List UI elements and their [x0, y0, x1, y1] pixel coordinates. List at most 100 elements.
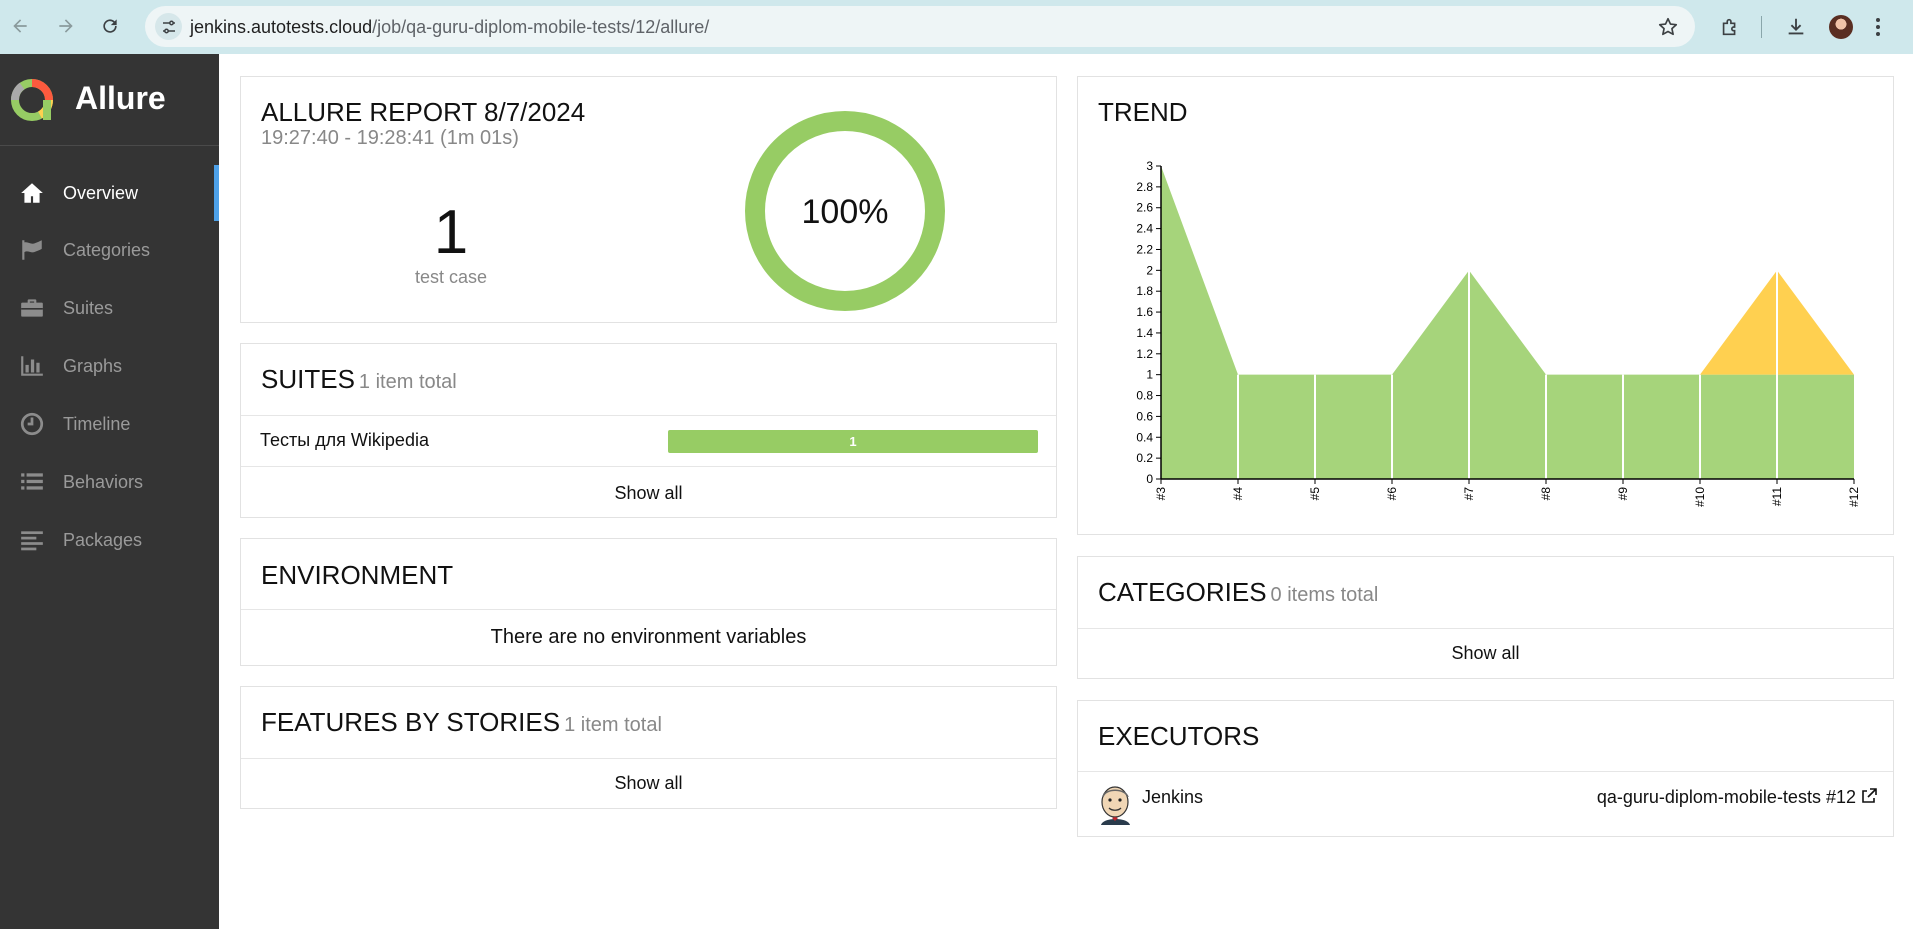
features-by-stories-widget: FEATURES BY STORIES 1 item total Show all	[240, 686, 1057, 809]
environment-widget: ENVIRONMENT There are no environment var…	[240, 538, 1057, 666]
url-path: /job/qa-guru-diplom-mobile-tests/12/allu…	[372, 17, 710, 37]
executor-build-link[interactable]: qa-guru-diplom-mobile-tests #12	[1597, 787, 1877, 808]
test-case-label: test case	[414, 267, 488, 287]
suites-widget: SUITES 1 item total Тесты для Wikipedia 1…	[240, 343, 1057, 518]
suite-status-bar[interactable]: 1	[668, 430, 1038, 453]
trend-x-tick-label: #10	[1693, 487, 1707, 507]
trend-y-tick-label: 2.2	[1136, 242, 1153, 256]
home-icon	[18, 179, 46, 207]
trend-y-tick-label: 2	[1146, 263, 1153, 277]
sidebar-item-label: Graphs	[63, 355, 123, 376]
sidebar-item-categories[interactable]: Categories	[0, 222, 219, 278]
forward-icon[interactable]	[56, 12, 76, 40]
divider	[1078, 628, 1893, 629]
trend-y-tick-label: 2.8	[1136, 180, 1153, 194]
trend-x-tick-label: #7	[1462, 487, 1476, 501]
back-icon[interactable]	[10, 12, 30, 40]
suites-show-all-link[interactable]: Show all	[241, 483, 1056, 504]
executor-name: Jenkins	[1142, 787, 1204, 807]
allure-logo-icon	[11, 79, 53, 121]
brand-name: Allure	[75, 80, 166, 116]
suites-total: 1 item total	[358, 371, 457, 393]
trend-x-tick-label: #11	[1770, 487, 1784, 506]
categories-title-text: CATEGORIES	[1098, 577, 1267, 607]
features-show-all-link[interactable]: Show all	[241, 773, 1056, 794]
summary-widget: ALLURE REPORT 8/7/2024 19:27:40 - 19:28:…	[240, 76, 1057, 323]
environment-title: ENVIRONMENT	[261, 560, 454, 590]
trend-y-tick-label: 0	[1146, 472, 1153, 486]
trend-y-tick-label: 2.6	[1136, 201, 1153, 215]
sidebar-item-label: Categories	[63, 239, 151, 260]
categories-total: 0 items total	[1270, 584, 1379, 606]
trend-chart[interactable]: 0 0.2 0.4 0.6 0.8 1 1.2 1.4 1.6 1.8 2 2.2 2.4 2.6 2.8 3…	[1078, 147, 1893, 527]
environment-empty-message: There are no environment variables	[490, 626, 807, 648]
trend-y-tick-label: 1	[1146, 368, 1153, 382]
trend-x-tick-label: #5	[1308, 487, 1322, 501]
trend-y-tick-label: 1.6	[1136, 305, 1153, 319]
trend-y-tick-label: 3	[1146, 159, 1153, 173]
report-time-range: 19:27:40 - 19:28:41 (1m 01s)	[261, 127, 519, 149]
sidebar-item-label: Overview	[63, 182, 139, 203]
address-bar[interactable]: jenkins.autotests.cloud/job/qa-guru-dipl…	[145, 6, 1695, 47]
trend-y-tick-label: 2.4	[1136, 222, 1153, 236]
sidebar-item-graphs[interactable]: Graphs	[0, 338, 219, 394]
trend-x-tick-label: #9	[1616, 487, 1630, 501]
list-icon	[18, 468, 46, 496]
profile-avatar[interactable]	[1827, 12, 1855, 42]
align-left-icon	[18, 526, 46, 554]
toolbar-separator	[1761, 16, 1762, 38]
categories-title: CATEGORIES 0 items total	[1098, 577, 1378, 608]
executor-build-text: qa-guru-diplom-mobile-tests #12	[1596, 787, 1856, 807]
clock-icon	[18, 410, 46, 438]
suite-name: Тесты для Wikipedia	[260, 430, 429, 450]
divider	[1078, 771, 1893, 772]
suites-title: SUITES 1 item total	[261, 364, 457, 395]
trend-y-tick-label: 1.2	[1136, 347, 1153, 361]
url-text: jenkins.autotests.cloud/job/qa-guru-dipl…	[190, 17, 709, 38]
sidebar-item-timeline[interactable]: Timeline	[0, 396, 219, 452]
sidebar-item-label: Behaviors	[63, 471, 144, 492]
trend-y-tick-label: 0.6	[1136, 409, 1153, 423]
success-percent: 100%	[802, 193, 889, 231]
test-case-count: 1	[433, 198, 469, 267]
sidebar-item-behaviors[interactable]: Behaviors	[0, 454, 219, 510]
trend-title: TREND	[1098, 97, 1188, 127]
briefcase-icon	[18, 294, 46, 322]
trend-widget: TREND 0 0.2 0.4 0.6 0.8 1 1.2 1.4 1.6 1.8 2 2.2 2.4 2…	[1077, 76, 1894, 535]
categories-show-all-link[interactable]: Show all	[1078, 643, 1893, 664]
trend-y-tick-label: 0.8	[1136, 389, 1153, 403]
trend-x-tick-label: #6	[1385, 487, 1399, 501]
menu-dots-icon[interactable]	[1868, 12, 1888, 42]
features-title: FEATURES BY STORIES 1 item total	[261, 707, 662, 738]
sidebar-item-packages[interactable]: Packages	[0, 512, 219, 568]
sidebar-item-overview[interactable]: Overview	[0, 165, 219, 221]
extensions-icon[interactable]	[1716, 12, 1744, 42]
features-total: 1 item total	[564, 714, 662, 736]
divider	[241, 609, 1056, 610]
sidebar-item-label: Packages	[63, 529, 143, 550]
url-domain: jenkins.autotests.cloud	[190, 17, 373, 37]
sidebar-item-suites[interactable]: Suites	[0, 280, 219, 336]
site-settings-icon[interactable]	[155, 13, 182, 40]
trend-x-tick-label: #3	[1154, 487, 1168, 501]
download-icon[interactable]	[1782, 12, 1810, 42]
executors-title: EXECUTORS	[1098, 721, 1260, 751]
features-title-text: FEATURES BY STORIES	[261, 707, 561, 737]
trend-x-tick-label: #12	[1847, 487, 1861, 507]
flag-icon	[18, 236, 46, 264]
reload-icon[interactable]	[100, 12, 120, 40]
jenkins-avatar-icon	[1101, 786, 1130, 825]
executors-widget: EXECUTORS Jenkins qa-guru-diplom-mobile-…	[1077, 700, 1894, 837]
trend-x-tick-label: #4	[1231, 487, 1245, 501]
brand[interactable]: Allure	[0, 54, 219, 146]
external-link-icon	[1862, 788, 1877, 803]
sidebar-item-label: Timeline	[63, 413, 131, 434]
report-title: ALLURE REPORT 8/7/2024	[261, 97, 586, 127]
divider	[241, 415, 1056, 416]
success-rate-donut[interactable]: 100%	[743, 109, 947, 313]
suites-title-text: SUITES	[261, 364, 355, 394]
trend-y-tick-label: 0.4	[1136, 430, 1153, 444]
browser-toolbar: jenkins.autotests.cloud/job/qa-guru-dipl…	[0, 0, 1913, 54]
bar-chart-icon	[18, 352, 46, 380]
bookmark-star-icon[interactable]	[1657, 16, 1679, 38]
